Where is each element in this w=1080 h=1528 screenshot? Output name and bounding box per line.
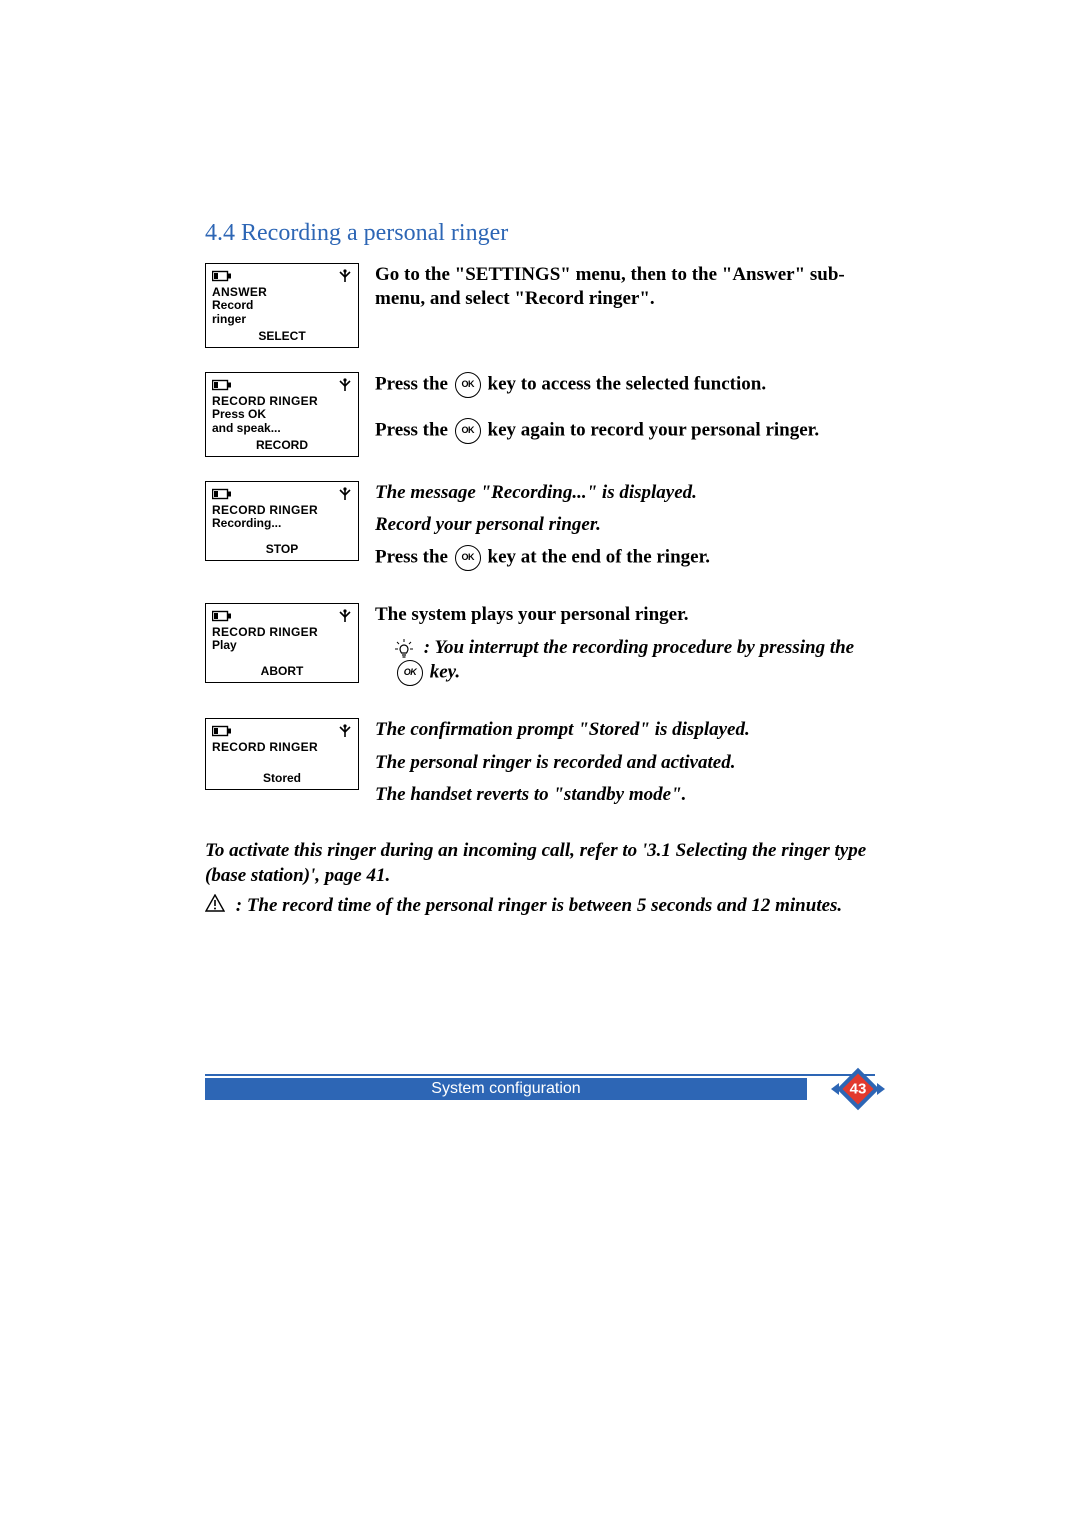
section-heading: 4.4 Recording a personal ringer (205, 220, 875, 247)
step-1: ANSWER Record ringer SELECT Go to the "S… (205, 263, 875, 348)
screen-line: ringer (212, 313, 352, 327)
text: Press the (375, 373, 453, 394)
text: key at the end of the ringer. (488, 547, 711, 568)
step-note: Record your personal ringer. (375, 513, 875, 537)
step-note: The personal ringer is recorded and acti… (375, 751, 875, 775)
screen-line: Record (212, 299, 352, 313)
step-instruction: Go to the "SETTINGS" menu, then to the "… (375, 263, 875, 312)
screen-softkey: SELECT (212, 329, 352, 343)
battery-icon (212, 725, 232, 737)
page-footer: System configuration 43 (205, 1078, 875, 1100)
battery-icon (212, 270, 232, 282)
handset-screen-5: RECORD RINGER Stored (205, 718, 359, 790)
screen-line: Recording... (212, 517, 352, 531)
screen-title: RECORD RINGER (212, 741, 352, 754)
screen-title: RECORD RINGER (212, 395, 352, 408)
handset-screen-3: RECORD RINGER Recording... STOP (205, 481, 359, 561)
screen-softkey: ABORT (212, 664, 352, 678)
step-4: RECORD RINGER Play ABORT The system play… (205, 603, 875, 694)
ok-key-icon: OK (455, 372, 481, 398)
screen-line: Press OK (212, 408, 352, 422)
screen-title: RECORD RINGER (212, 504, 352, 517)
ok-key-icon: OK (455, 545, 481, 571)
warning-icon (205, 894, 225, 919)
ok-key-icon: OK (455, 418, 481, 444)
screen-line: Play (212, 639, 352, 653)
text: key. (430, 662, 460, 683)
step-2: RECORD RINGER Press OK and speak... RECO… (205, 372, 875, 457)
step-instruction: The system plays your personal ringer. (375, 603, 875, 627)
step-instruction: Press the OK key to access the selected … (375, 372, 875, 398)
step-note: The confirmation prompt "Stored" is disp… (375, 718, 875, 742)
battery-icon (212, 488, 232, 500)
page-number: 43 (850, 1081, 867, 1098)
antenna-icon (338, 269, 352, 283)
step-note: : You interrupt the recording procedure … (375, 636, 875, 687)
screen-softkey: RECORD (212, 438, 352, 452)
antenna-icon (338, 609, 352, 623)
step-note: The handset reverts to "standby mode". (375, 783, 875, 807)
ok-key-icon: OK (397, 660, 423, 686)
text: : You interrupt the recording procedure … (424, 637, 854, 658)
battery-icon (212, 610, 232, 622)
handset-screen-2: RECORD RINGER Press OK and speak... RECO… (205, 372, 359, 457)
cross-reference: To activate this ringer during an incomi… (205, 839, 875, 888)
screen-status: Stored (212, 771, 352, 785)
antenna-icon (338, 487, 352, 501)
text: : The record time of the personal ringer… (236, 895, 842, 916)
footer-section-label: System configuration (205, 1078, 807, 1100)
page-number-badge: 43 (837, 1068, 879, 1110)
step-3: RECORD RINGER Recording... STOP The mess… (205, 481, 875, 580)
screen-line: and speak... (212, 422, 352, 436)
battery-icon (212, 379, 232, 391)
text: key again to record your personal ringer… (488, 419, 820, 440)
handset-screen-1: ANSWER Record ringer SELECT (205, 263, 359, 348)
screen-softkey: STOP (212, 542, 352, 556)
text: To activate this ringer during an incomi… (205, 840, 637, 861)
text: Press the (375, 547, 453, 568)
antenna-icon (338, 378, 352, 392)
warning-note: : The record time of the personal ringer… (205, 894, 875, 919)
step-instruction: Press the OK key again to record your pe… (375, 418, 875, 444)
step-5: RECORD RINGER Stored The confirmation pr… (205, 718, 875, 815)
text: Press the (375, 419, 453, 440)
hint-bulb-icon (395, 636, 415, 660)
step-instruction: Press the OK key at the end of the ringe… (375, 545, 875, 571)
handset-screen-4: RECORD RINGER Play ABORT (205, 603, 359, 683)
step-note: The message "Recording..." is displayed. (375, 481, 875, 505)
antenna-icon (338, 724, 352, 738)
footer-rule (205, 1074, 875, 1076)
text: key to access the selected function. (488, 373, 767, 394)
